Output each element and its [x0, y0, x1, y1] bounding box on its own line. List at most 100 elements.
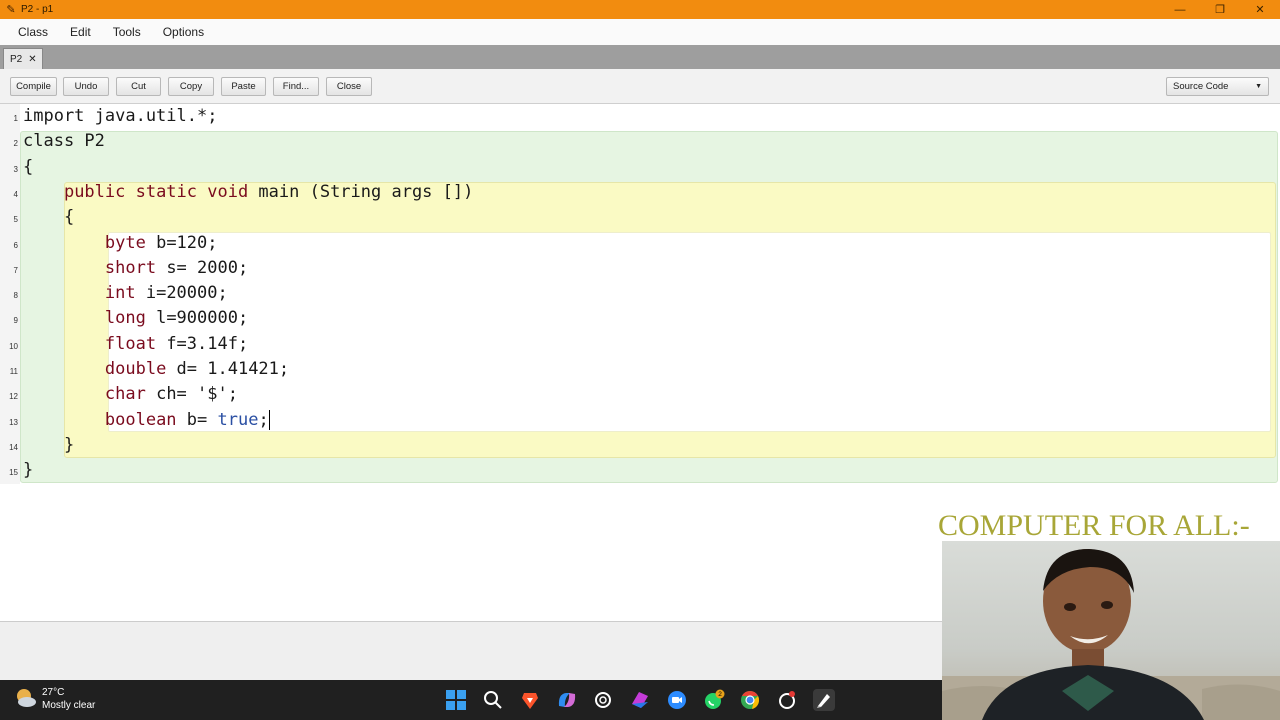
code-line[interactable]: 12 char ch= '$';	[0, 383, 1280, 408]
code-token: b=120;	[145, 232, 218, 253]
keyword-token: public static void	[63, 181, 249, 202]
weather-condition: Mostly clear	[42, 700, 96, 711]
line-number: 8	[13, 291, 18, 301]
code-line[interactable]: 15}	[0, 459, 1280, 484]
keyword-token: char	[104, 384, 146, 405]
code-text: double d= 1.41421;	[23, 359, 289, 379]
tab-p2[interactable]: P2 ✕	[3, 48, 43, 69]
literal-token: true	[217, 409, 259, 430]
chrome-icon[interactable]	[739, 689, 761, 711]
restore-button[interactable]: ❐	[1200, 0, 1240, 19]
menu-tools[interactable]: Tools	[113, 25, 141, 39]
minimize-button[interactable]: —	[1160, 0, 1200, 19]
close-window-button[interactable]: ✕	[1240, 0, 1280, 19]
line-number: 13	[9, 417, 18, 427]
code-token: class P2	[23, 131, 105, 152]
search-icon[interactable]	[482, 689, 504, 711]
cut-button[interactable]: Cut	[116, 77, 161, 96]
code-text: {	[23, 157, 33, 177]
code-line[interactable]: 7 short s= 2000;	[0, 257, 1280, 282]
code-token: ;	[258, 409, 269, 430]
code-text: byte b=120;	[23, 233, 218, 253]
undo-button[interactable]: Undo	[63, 77, 109, 96]
code-token: }	[23, 434, 75, 455]
code-token: }	[23, 460, 34, 481]
keyword-token: byte	[104, 232, 146, 253]
keyword-token: int	[104, 283, 136, 304]
tab-close-icon[interactable]: ✕	[28, 54, 36, 65]
close-button[interactable]: Close	[326, 77, 372, 96]
code-line[interactable]: 13 boolean b= true;	[0, 409, 1280, 434]
code-line[interactable]: 1 import java.util.*;	[0, 105, 1280, 130]
line-number: 7	[13, 265, 18, 275]
copilot-icon[interactable]	[556, 689, 578, 711]
line-number: 12	[9, 392, 18, 402]
whatsapp-icon[interactable]: 2	[703, 689, 725, 711]
code-line[interactable]: 4 public static void main (String args […	[0, 181, 1280, 206]
code-token: import java.util.*;	[23, 106, 218, 126]
code-token: i=20000;	[135, 283, 228, 304]
copy-button[interactable]: Copy	[168, 77, 214, 96]
brave-browser-icon[interactable]	[519, 689, 541, 711]
line-number: 2	[13, 139, 18, 149]
code-line[interactable]: 6 byte b=120;	[0, 232, 1280, 257]
presenter-figure	[942, 549, 1280, 720]
code-line[interactable]: 5 {	[0, 206, 1280, 231]
weather-moon-cloud-icon	[14, 687, 38, 711]
bluej-icon[interactable]	[813, 689, 835, 711]
line-number: 10	[9, 341, 18, 351]
code-line[interactable]: 11 double d= 1.41421;	[0, 358, 1280, 383]
keyword-token: double	[104, 359, 167, 379]
weather-widget[interactable]: 27°C Mostly clear	[14, 686, 95, 712]
line-number: 4	[13, 189, 18, 199]
window-controls: — ❐ ✕	[1160, 0, 1280, 19]
windows-start-icon[interactable]	[445, 689, 467, 711]
view-mode-select[interactable]: Source Code ▼	[1166, 77, 1269, 96]
keyword-token: float	[104, 333, 157, 354]
line-number: 5	[13, 215, 18, 225]
whatsapp-badge: 2	[718, 691, 722, 698]
code-line[interactable]: 3{	[0, 156, 1280, 181]
editor-toolbar: Compile Undo Cut Copy Paste Find... Clos…	[0, 69, 1280, 104]
paste-button[interactable]: Paste	[221, 77, 266, 96]
code-text: long l=900000;	[23, 308, 248, 328]
code-token: f=3.14f;	[156, 333, 249, 354]
code-token: {	[23, 207, 75, 228]
code-text: boolean b= true;	[23, 409, 270, 430]
code-line[interactable]: 14 }	[0, 434, 1280, 459]
line-number: 6	[13, 240, 18, 250]
chatgpt-icon[interactable]	[592, 689, 614, 711]
menu-options[interactable]: Options	[163, 25, 204, 39]
taskbar: 27°C Mostly clear 2	[0, 680, 942, 720]
compile-button[interactable]: Compile	[10, 77, 57, 96]
code-line[interactable]: 10 float f=3.14f;	[0, 333, 1280, 358]
code-text: int i=20000;	[23, 283, 228, 303]
menu-class[interactable]: Class	[18, 25, 48, 39]
menu-edit[interactable]: Edit	[70, 25, 91, 39]
code-text: }	[23, 460, 33, 480]
microsoft-365-icon[interactable]	[629, 689, 651, 711]
code-token: b=	[176, 409, 218, 430]
code-line[interactable]: 9 long l=900000;	[0, 307, 1280, 332]
code-token: l=900000;	[145, 308, 249, 329]
window-title: P2 - p1	[21, 4, 54, 15]
code-text: import java.util.*;	[23, 106, 217, 126]
antivirus-icon[interactable]	[776, 689, 798, 711]
code-token: s= 2000;	[156, 257, 249, 278]
line-number: 1	[13, 114, 18, 123]
tab-label: P2	[10, 53, 23, 65]
line-number: 14	[9, 442, 18, 452]
line-number: 3	[13, 164, 18, 174]
zoom-icon[interactable]	[666, 689, 688, 711]
code-text: class P2	[23, 131, 105, 151]
find-button[interactable]: Find...	[273, 77, 319, 96]
code-line[interactable]: 8 int i=20000;	[0, 282, 1280, 307]
code-line[interactable]: 2 class P2	[0, 130, 1280, 155]
text-caret	[268, 409, 270, 430]
keyword-token: long	[104, 308, 146, 329]
